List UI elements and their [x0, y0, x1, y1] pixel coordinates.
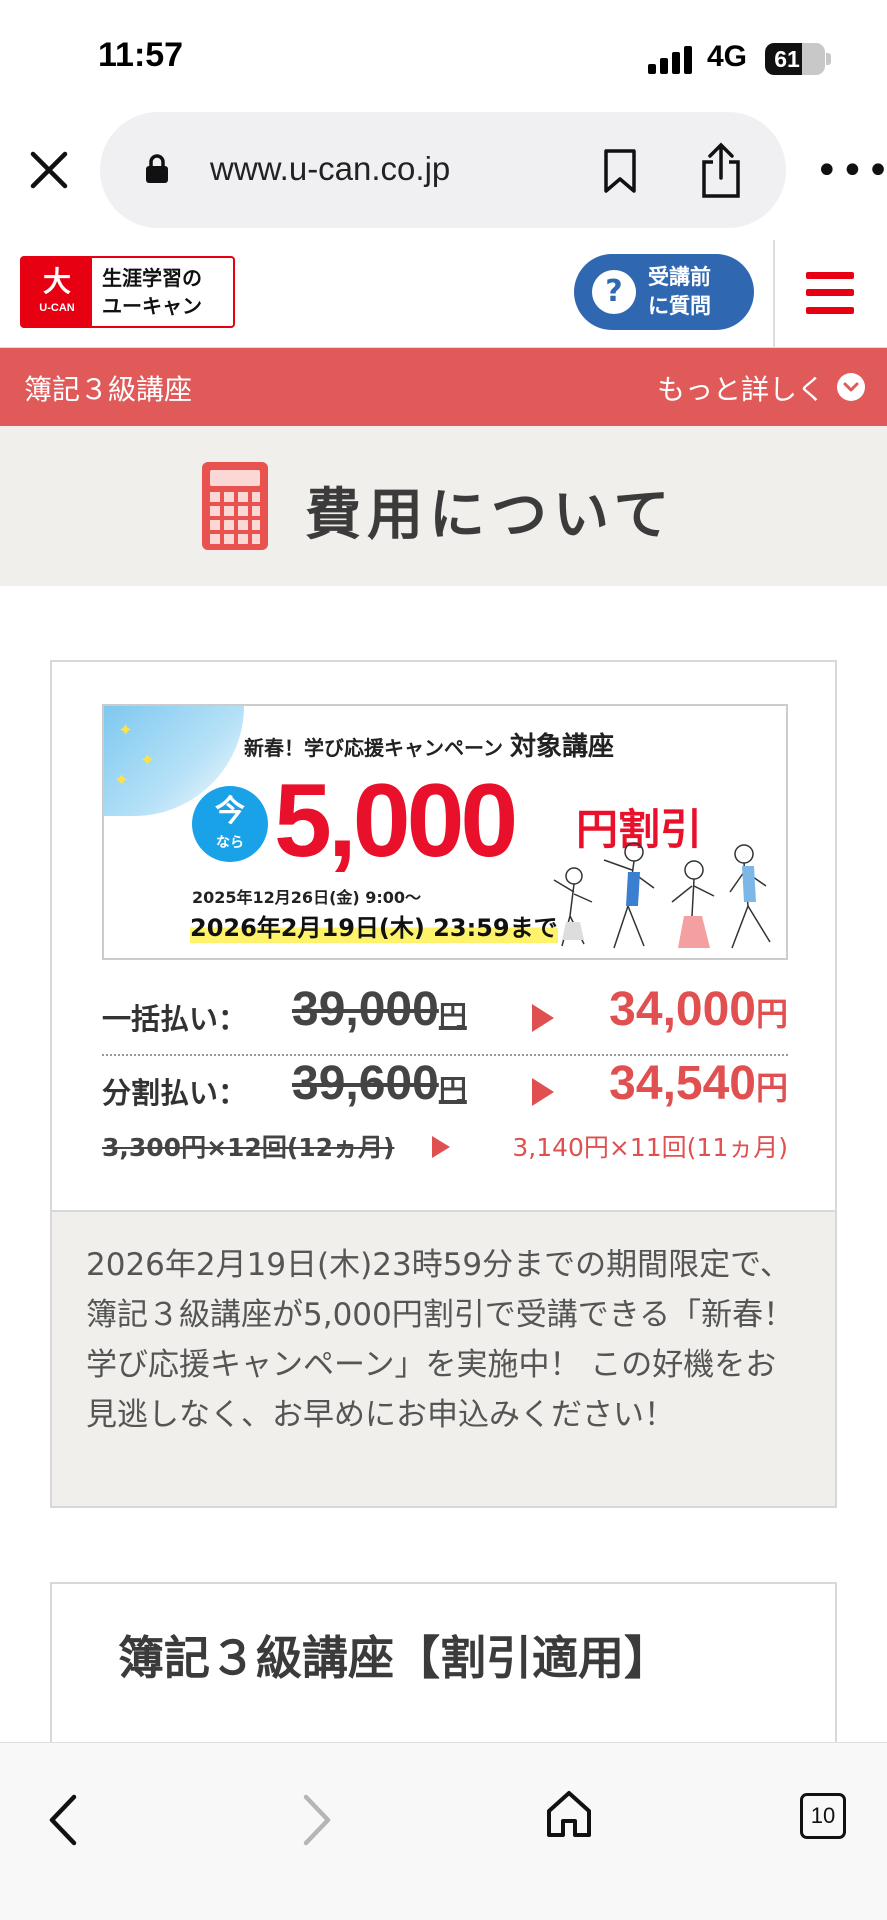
question-icon: ?	[592, 270, 636, 314]
installment-new-price: 34,540円	[609, 1056, 788, 1111]
installment-old-price: 39,600円	[292, 1056, 467, 1111]
lock-icon	[146, 154, 168, 183]
lump-new-amount: 34,000	[609, 983, 756, 1036]
campaign-target: 対象講座	[509, 732, 614, 762]
campaign-banner[interactable]: ✦ ✦ ✦ 新春！学び応援キャンペーン 対象講座 今 なら 5,000 円割引 …	[102, 704, 788, 960]
site-header: 大 U-CAN 生涯学習の ユーキャン ? 受講前 に質問	[0, 240, 887, 348]
arrow-right-icon	[532, 1004, 554, 1032]
browser-toolbar: www.u-can.co.jp •••	[0, 110, 887, 240]
campaign-end: 2026年2月19日(木) 23:59まで	[190, 908, 558, 943]
price-card: ✦ ✦ ✦ 新春！学び応援キャンペーン 対象講座 今 なら 5,000 円割引 …	[50, 660, 837, 1508]
logo-mark: 大 U-CAN	[22, 258, 92, 326]
inst-old-amount: 39,600	[292, 1057, 439, 1110]
chevron-down-icon[interactable]	[837, 373, 865, 401]
logo-line1: 生涯学習の	[102, 266, 202, 290]
home-icon[interactable]	[546, 1789, 592, 1839]
installment-row: 分割払い： 39,600円 34,540円	[102, 1056, 788, 1130]
inst-new-amount: 34,540	[609, 1057, 756, 1110]
pre-enrollment-question-button[interactable]: ? 受講前 に質問	[574, 254, 754, 330]
installment-new-detail: 3,140円×11回(11ヵ月)	[512, 1133, 788, 1162]
lump-sum-row: 一括払い： 39,000円 34,000円	[102, 982, 788, 1056]
arrow-right-icon	[432, 1136, 450, 1158]
network-type: 4G	[707, 40, 748, 73]
logo-kanji: 大	[42, 265, 71, 298]
lump-sum-label: 一括払い：	[102, 1002, 248, 1036]
close-icon[interactable]	[27, 148, 71, 192]
calculator-icon	[202, 462, 268, 550]
logo-text: 生涯学習の ユーキャン	[102, 264, 202, 320]
ask-line1: 受講前	[648, 265, 711, 289]
battery-tip	[826, 53, 831, 65]
battery-level: 61	[774, 46, 800, 72]
header-divider	[773, 240, 775, 348]
sparkle-icon: ✦	[114, 770, 130, 791]
campaign-name: 新春！学び応援キャンペーン	[244, 736, 503, 760]
browser-bottom-toolbar: 10	[0, 1742, 887, 1920]
campaign-note: 2026年2月19日(木)23時59分までの期間限定で、簿記３級講座が5,000…	[86, 1247, 795, 1433]
discount-course-title: 簿記３級講座【割引適用】	[118, 1631, 670, 1685]
course-bar: 簿記３級講座 もっと詳しく	[0, 348, 887, 426]
battery-icon: 61	[765, 43, 825, 75]
lump-old-amount: 39,000	[292, 983, 439, 1036]
back-icon[interactable]	[46, 1793, 82, 1847]
signal-icon	[648, 46, 694, 74]
arrow-right-icon	[532, 1078, 554, 1106]
url-text: www.u-can.co.jp	[210, 150, 451, 187]
installment-detail-row: 3,300円×12回(12ヵ月) 3,140円×11回(11ヵ月)	[102, 1128, 788, 1168]
ucan-logo[interactable]: 大 U-CAN 生涯学習の ユーキャン	[20, 256, 235, 328]
yen-unit: 円	[438, 1074, 467, 1105]
now-badge-main: 今	[215, 794, 245, 829]
lump-sum-old-price: 39,000円	[292, 982, 467, 1037]
logo-line2: ユーキャン	[102, 294, 202, 318]
bookmark-icon[interactable]	[602, 148, 638, 194]
people-illustration	[553, 842, 771, 949]
more-menu-icon[interactable]: •••	[815, 151, 887, 191]
yen-unit: 円	[438, 1000, 467, 1031]
banner-title: 新春！学び応援キャンペーン 対象講座	[244, 726, 614, 763]
sparkle-icon: ✦	[140, 750, 156, 771]
yen-unit: 円	[755, 996, 788, 1032]
ask-line2: に質問	[648, 294, 711, 318]
now-badge-sub: なら	[216, 835, 244, 851]
now-badge: 今 なら	[192, 786, 268, 862]
forward-icon[interactable]	[298, 1793, 334, 1847]
more-details-link[interactable]: もっと詳しく	[657, 368, 825, 408]
installment-old-detail: 3,300円×12回(12ヵ月)	[102, 1133, 395, 1162]
yen-unit: 円	[755, 1070, 788, 1106]
share-icon[interactable]	[698, 142, 744, 200]
address-bar[interactable]: www.u-can.co.jp	[100, 112, 786, 228]
logo-brand: U-CAN	[39, 302, 75, 314]
course-title: 簿記３級講座	[24, 373, 193, 406]
clock: 11:57	[98, 36, 184, 74]
campaign-start: 2025年12月26日(金) 9:00～	[192, 888, 422, 907]
section-heading: 費用について	[0, 426, 887, 586]
ask-label: 受講前 に質問	[648, 263, 711, 321]
section-title: 費用について	[305, 483, 676, 548]
sparkle-icon: ✦	[118, 720, 134, 741]
campaign-note-box: 2026年2月19日(木)23時59分までの期間限定で、簿記３級講座が5,000…	[52, 1210, 835, 1506]
discount-amount: 5,000	[274, 763, 518, 879]
lump-sum-new-price: 34,000円	[609, 982, 788, 1037]
hamburger-menu-icon[interactable]	[806, 272, 854, 314]
installment-label: 分割払い：	[102, 1076, 248, 1110]
status-bar: 11:57 4G 61	[0, 0, 887, 110]
tabs-button[interactable]: 10	[800, 1793, 846, 1839]
